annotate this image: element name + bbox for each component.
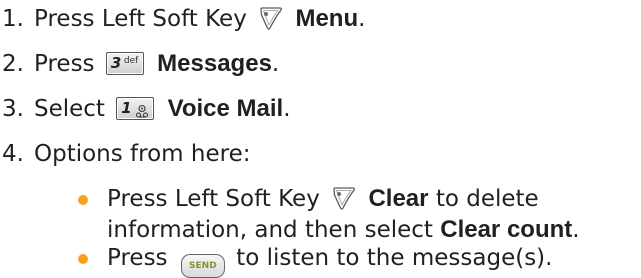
menu-label: Menu [295,5,359,32]
key-number: 1 [121,99,132,117]
step-text: Options from here: [34,141,251,167]
option-prefix: Press Left Soft Key [107,186,320,212]
voicemail-icon [135,101,149,122]
bullet-icon [78,254,88,264]
clear-count-label: Clear count [440,216,573,243]
step-number: 4. [2,141,24,167]
option-continuation: information, and then select [107,217,433,243]
option-prefix: Press [107,245,168,271]
messages-label: Messages [157,50,272,77]
keypad-1-voicemail-key-icon: 1 [116,97,155,122]
option-text: Press SEND to listen to the message(s). [107,241,552,278]
voice-mail-label: Voice Mail [167,95,284,122]
step-number: 1. [2,6,24,32]
option-suffix: . [572,217,580,243]
step-number: 3. [2,96,24,122]
step-suffix: . [283,96,291,122]
step-text: Press Left Soft Key Menu. [34,2,365,41]
step-prefix: Select [34,96,105,122]
send-key-icon: SEND [180,254,225,278]
step-prefix: Press Left Soft Key [34,6,247,32]
step-number: 2. [2,51,24,77]
step-text: Select 1 Voice Mail. [34,92,291,126]
left-soft-key-icon [258,5,284,41]
clear-label: Clear [368,185,429,212]
key-letters: def [123,56,139,66]
bullet-icon [78,195,88,205]
option-suffix: to listen to the message(s). [236,245,553,271]
key-number: 3 [110,54,122,72]
step-suffix: . [271,51,280,77]
step-text: Press 3 def Messages. [34,47,279,81]
option-suffix: to delete [435,186,539,212]
step-prefix: Press [34,51,95,77]
step-suffix: . [358,6,366,32]
keypad-3-def-key-icon: 3 def [105,52,144,75]
